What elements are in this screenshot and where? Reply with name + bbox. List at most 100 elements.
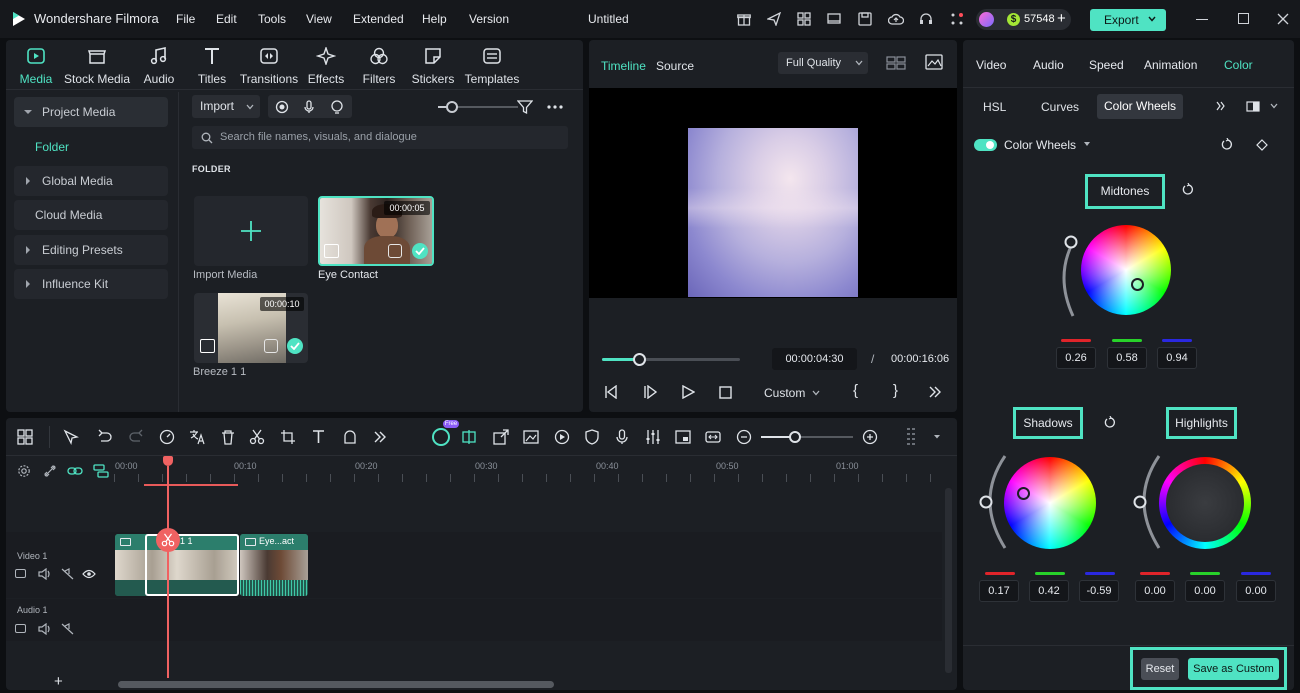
undo-icon[interactable]: [96, 428, 114, 446]
volume-icon[interactable]: [37, 622, 51, 635]
quality-dropdown[interactable]: Full Quality: [778, 52, 868, 74]
cloud-upload-icon[interactable]: [887, 11, 905, 27]
tab-speed[interactable]: Speed: [1089, 58, 1124, 72]
menu-extended[interactable]: Extended: [353, 0, 404, 38]
audio-mixer-icon[interactable]: [644, 428, 662, 446]
compare-view-icon[interactable]: [885, 54, 907, 72]
video-preview[interactable]: [589, 88, 957, 298]
caret-down-icon[interactable]: [1084, 142, 1090, 146]
subtab-curves[interactable]: Curves: [1041, 100, 1079, 114]
link-icon[interactable]: [66, 463, 84, 479]
zoom-in-icon[interactable]: [861, 428, 879, 446]
filter-icon[interactable]: [516, 98, 534, 116]
mute-audio-icon[interactable]: [60, 622, 74, 635]
maximize-icon[interactable]: [1238, 13, 1249, 24]
record-icon[interactable]: [274, 99, 290, 115]
chevron-down-icon[interactable]: [932, 433, 942, 441]
track-height-icon[interactable]: [904, 426, 922, 448]
menu-version[interactable]: Version: [469, 0, 509, 38]
tab-color[interactable]: Color: [1224, 58, 1253, 72]
sidebar-item-project-media[interactable]: Project Media: [14, 97, 168, 127]
more-tools-icon[interactable]: [371, 428, 389, 446]
scene-detect-icon[interactable]: [460, 428, 478, 446]
stop-icon[interactable]: [718, 385, 732, 399]
fit-icon[interactable]: [704, 428, 722, 446]
sidebar-item-global-media[interactable]: Global Media: [14, 166, 168, 196]
next-frame-icon[interactable]: [642, 384, 658, 400]
translate-icon[interactable]: [188, 428, 206, 446]
monitor-icon[interactable]: [826, 11, 842, 27]
work-area-range[interactable]: [144, 484, 238, 486]
add-credits-icon[interactable]: +: [1057, 9, 1066, 29]
split-scissors-icon[interactable]: [156, 528, 180, 552]
playhead-handle[interactable]: [633, 353, 647, 366]
credits-pill[interactable]: $ 57548 +: [976, 9, 1071, 30]
search-input[interactable]: Search file names, visuals, and dialogue: [220, 126, 417, 149]
play-icon[interactable]: [680, 384, 696, 400]
save-icon[interactable]: [857, 11, 873, 27]
eye-icon[interactable]: [82, 568, 96, 579]
menu-edit[interactable]: Edit: [216, 0, 237, 38]
reset-button[interactable]: Reset: [1141, 658, 1179, 680]
grid-layout-icon[interactable]: [796, 11, 812, 27]
tab-templates[interactable]: Templates: [459, 44, 525, 88]
lock-icon[interactable]: [15, 624, 26, 633]
tab-animation[interactable]: Animation: [1144, 58, 1197, 72]
sidebar-item-influence-kit[interactable]: Influence Kit: [14, 269, 168, 299]
color-wheels-toggle[interactable]: [974, 139, 997, 151]
subtab-color-wheels[interactable]: Color Wheels: [1097, 94, 1183, 119]
apps-grid-icon[interactable]: [949, 11, 965, 27]
highlights-red-value[interactable]: 0.00: [1135, 580, 1175, 602]
close-icon[interactable]: [1276, 12, 1290, 26]
search-bar[interactable]: Search file names, visuals, and dialogue: [192, 126, 568, 149]
current-time[interactable]: 00:00:04:30: [772, 348, 857, 370]
shadows-green-value[interactable]: 0.42: [1029, 580, 1069, 602]
tab-source[interactable]: Source: [656, 59, 694, 73]
sidebar-item-cloud-media[interactable]: Cloud Media: [14, 200, 168, 230]
chevron-down-icon[interactable]: [1269, 102, 1279, 110]
crop-icon[interactable]: [279, 428, 297, 446]
gift-icon[interactable]: [736, 11, 752, 27]
import-dropdown[interactable]: Import: [192, 95, 260, 118]
microphone-icon[interactable]: [301, 99, 317, 115]
export-button[interactable]: Export: [1090, 9, 1166, 31]
send-icon[interactable]: [766, 11, 782, 27]
settings-gear-icon[interactable]: [16, 463, 32, 479]
menu-tools[interactable]: Tools: [258, 0, 286, 38]
shadows-red-value[interactable]: 0.17: [979, 580, 1019, 602]
shadows-picker-handle[interactable]: [1017, 487, 1030, 500]
reset-icon[interactable]: [1220, 137, 1235, 152]
snapshot-icon[interactable]: [924, 53, 944, 71]
redo-icon[interactable]: [127, 428, 145, 446]
speed-ramp-icon[interactable]: [158, 428, 176, 446]
delete-icon[interactable]: [219, 428, 237, 446]
mark-in-icon[interactable]: {: [853, 382, 858, 399]
menu-file[interactable]: File: [176, 0, 195, 38]
mask-icon[interactable]: [341, 428, 359, 446]
import-media-tile[interactable]: [194, 196, 308, 266]
select-tool-icon[interactable]: [62, 428, 80, 446]
layout-grid-icon[interactable]: [16, 428, 34, 446]
tab-media[interactable]: Media: [6, 44, 66, 88]
unlink-icon[interactable]: [42, 463, 58, 479]
tab-timeline[interactable]: Timeline: [601, 59, 646, 73]
zoom-slider-handle[interactable]: [789, 431, 801, 443]
text-tool-icon[interactable]: [310, 428, 328, 446]
midtones-reset-icon[interactable]: [1181, 182, 1196, 197]
menu-view[interactable]: View: [306, 0, 332, 38]
tab-audio-prop[interactable]: Audio: [1033, 58, 1064, 72]
previous-frame-icon[interactable]: [603, 384, 619, 400]
image-edit-icon[interactable]: [522, 428, 540, 446]
midtones-picker-handle[interactable]: [1131, 278, 1144, 291]
minimize-icon[interactable]: [1196, 19, 1208, 20]
sidebar-item-folder[interactable]: Folder: [35, 136, 69, 158]
mute-audio-icon[interactable]: [60, 567, 74, 580]
more-options-icon[interactable]: [546, 98, 564, 116]
headset-icon[interactable]: [918, 11, 934, 27]
clip-eye-contact[interactable]: Eye...act: [240, 534, 308, 596]
save-as-custom-button[interactable]: Save as Custom: [1188, 658, 1279, 680]
voiceover-mic-icon[interactable]: [613, 428, 631, 446]
add-track-icon[interactable]: +: [54, 673, 63, 690]
sidebar-item-editing-presets[interactable]: Editing Presets: [14, 235, 168, 265]
midtones-blue-value[interactable]: 0.94: [1157, 347, 1197, 369]
